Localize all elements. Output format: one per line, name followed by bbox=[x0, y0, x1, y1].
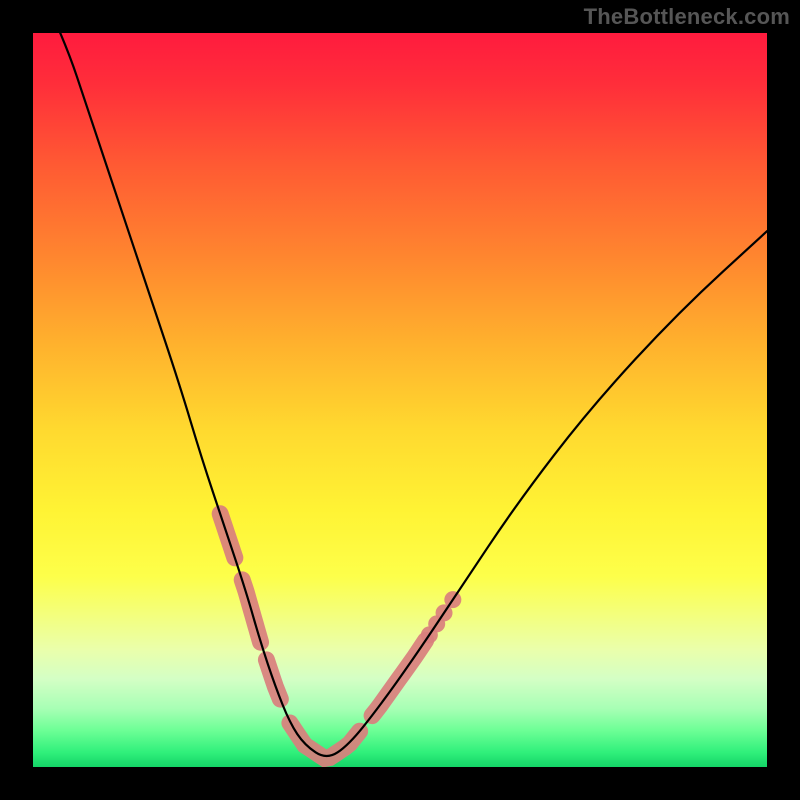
watermark-text: TheBottleneck.com bbox=[584, 4, 790, 30]
bottleneck-curve bbox=[33, 33, 767, 756]
highlight-segment bbox=[290, 723, 360, 758]
chart-frame: TheBottleneck.com bbox=[0, 0, 800, 800]
highlight-layer bbox=[220, 514, 461, 759]
curve-svg bbox=[33, 33, 767, 767]
plot-area bbox=[33, 33, 767, 767]
